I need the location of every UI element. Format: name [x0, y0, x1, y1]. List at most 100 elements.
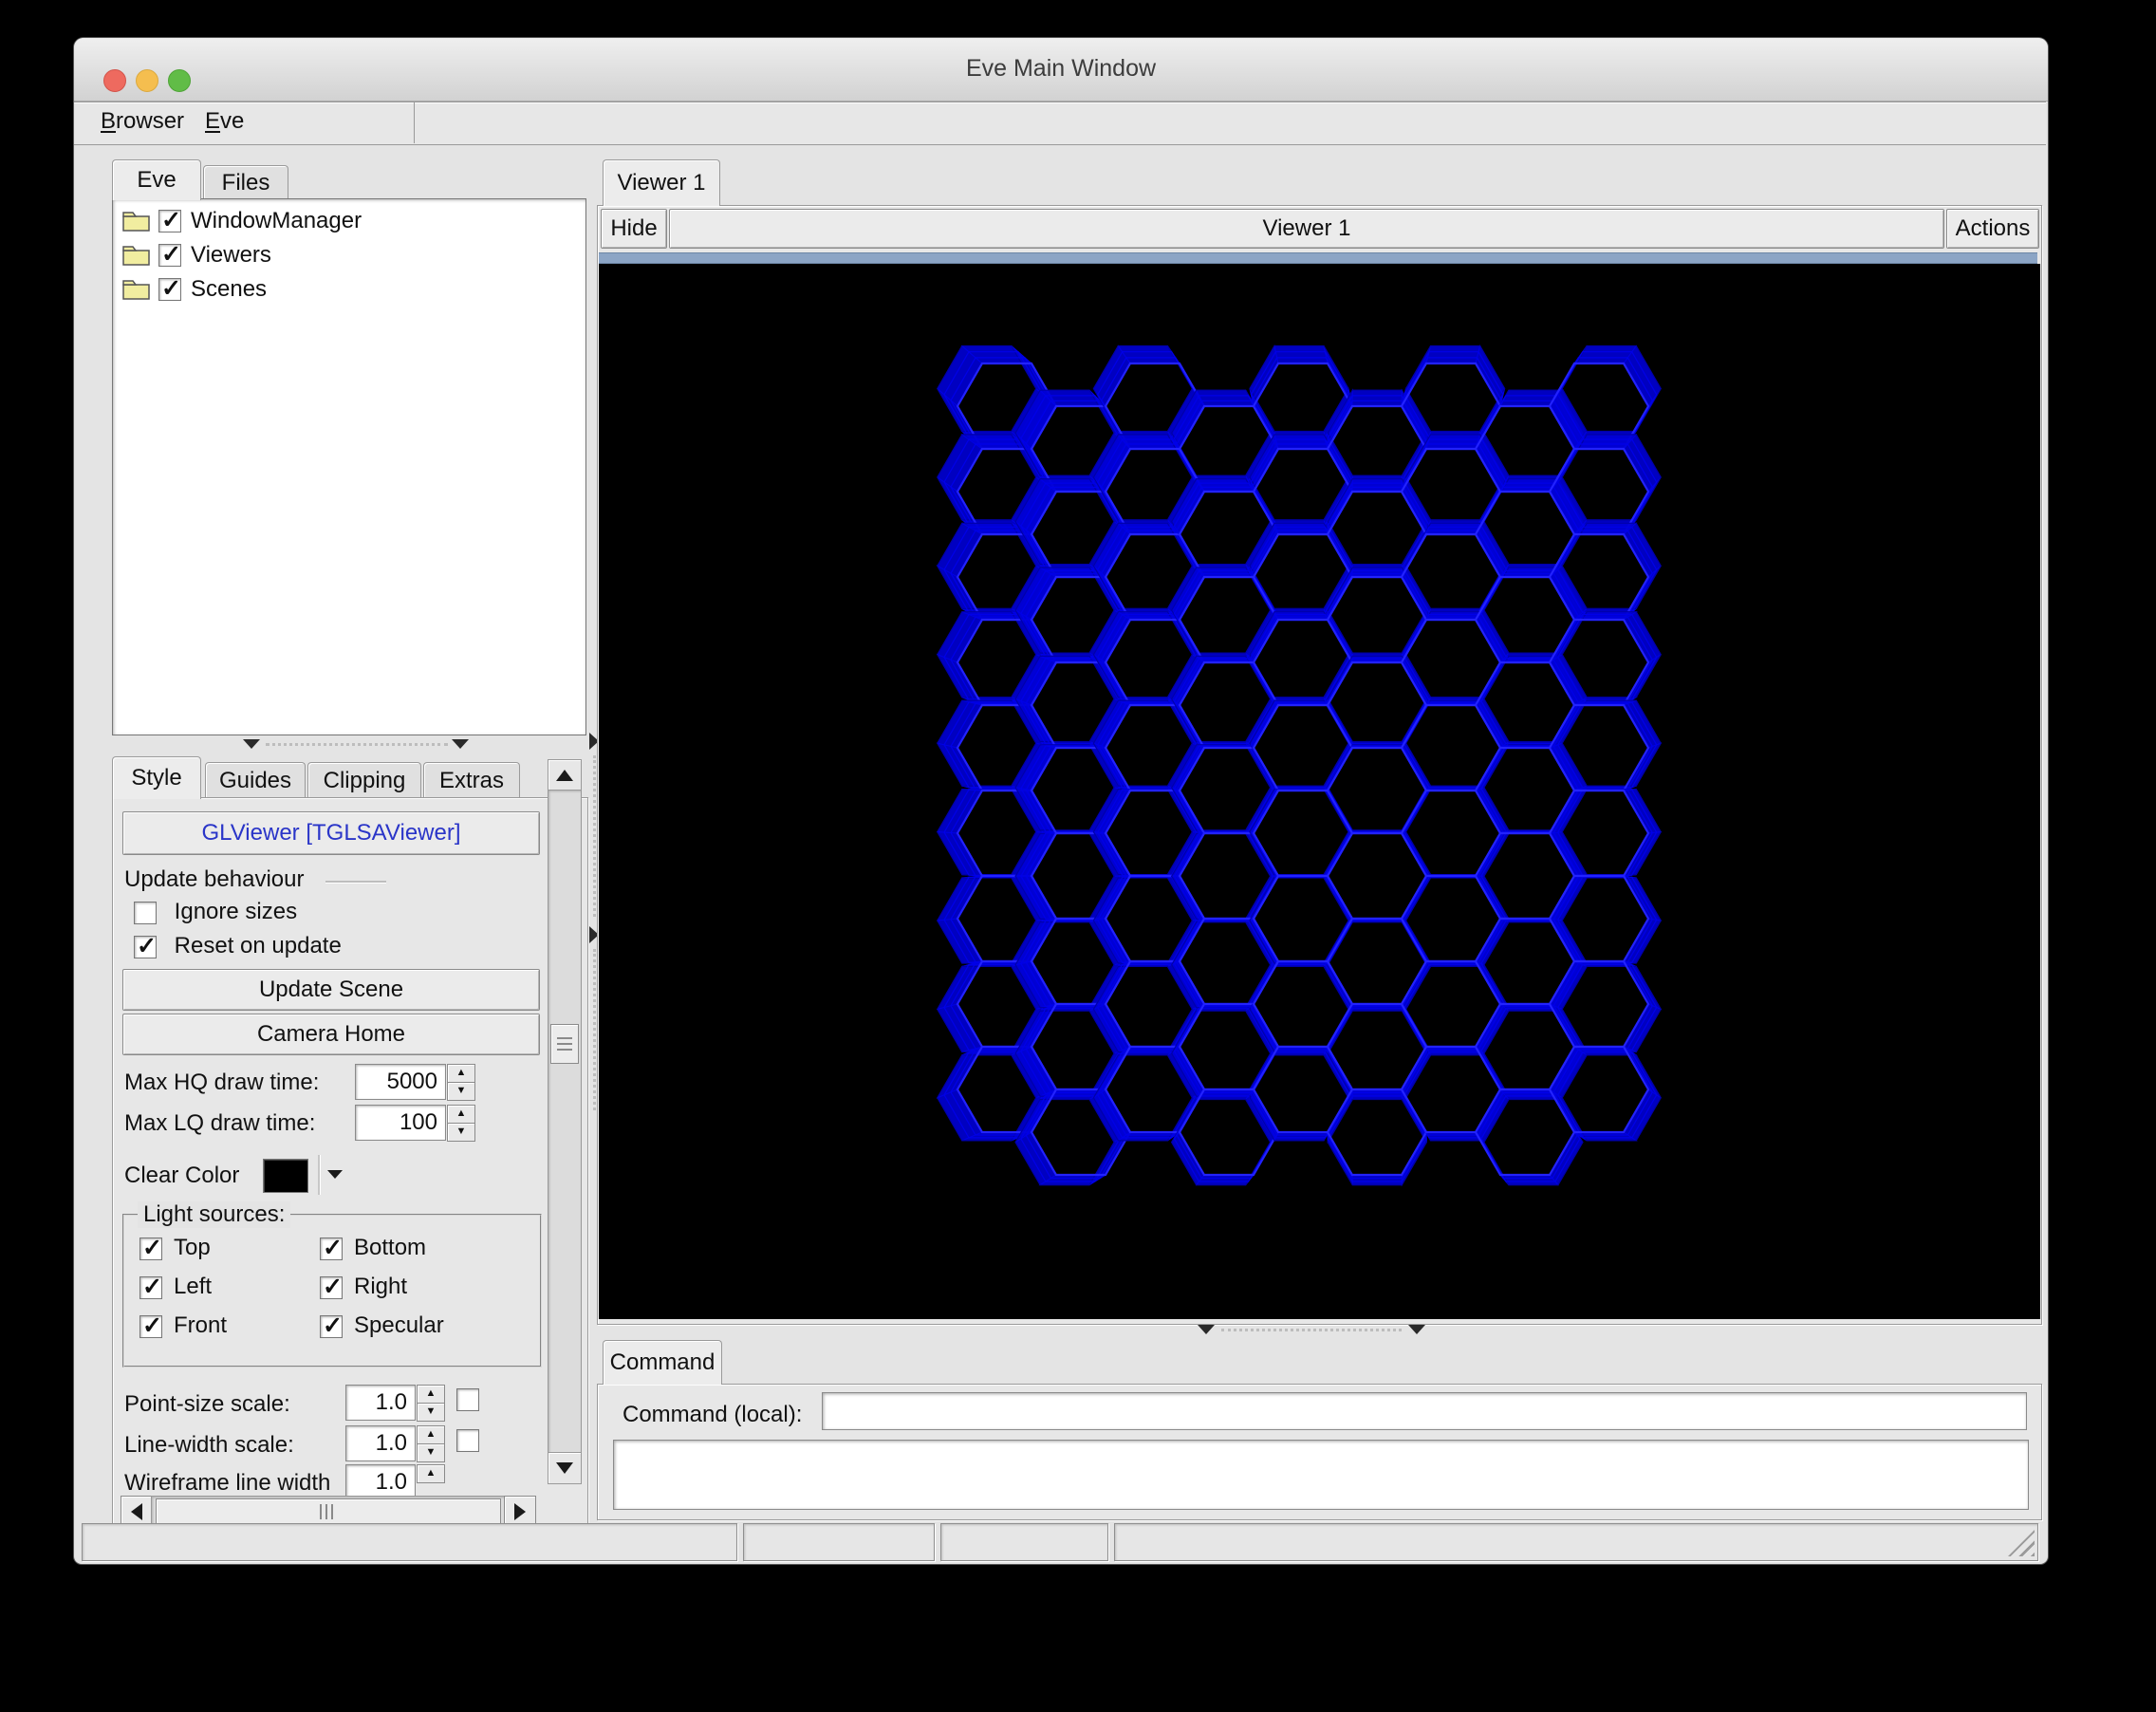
status-segment-2 [743, 1523, 935, 1561]
vscroll-thumb[interactable] [550, 1024, 579, 1064]
menu-eve-label: ve [220, 108, 245, 134]
tree-item-label[interactable]: Viewers [191, 242, 271, 269]
actions-button[interactable]: Actions [1946, 209, 2039, 249]
tree-checkbox[interactable] [158, 206, 181, 234]
tab-eve[interactable]: Eve [112, 159, 201, 200]
folder-icon [122, 212, 150, 232]
ignore-sizes-checkbox[interactable] [134, 901, 157, 924]
max-lq-spin-down[interactable]: ▼ [447, 1123, 475, 1142]
clear-color-dropdown-icon[interactable] [327, 1170, 343, 1179]
line-width-label: Line-width scale: [124, 1432, 294, 1458]
tree-row-windowmanager[interactable]: WindowManager [122, 206, 568, 237]
light-bottom-checkbox[interactable] [320, 1234, 343, 1262]
max-lq-label: Max LQ draw time: [124, 1110, 316, 1136]
camera-home-label: Camera Home [256, 1021, 406, 1047]
hide-button-label: Hide [610, 215, 658, 241]
light-right-checkbox[interactable] [320, 1273, 343, 1301]
light-front-row[interactable]: Front [139, 1312, 227, 1340]
tree-checkbox[interactable] [158, 274, 181, 303]
reset-on-update-row[interactable]: Reset on update [134, 932, 342, 961]
light-specular-checkbox[interactable] [320, 1312, 343, 1340]
camera-home-button[interactable]: Camera Home [122, 1014, 540, 1055]
point-size-input[interactable]: 1.0 [345, 1385, 416, 1421]
tab-style[interactable]: Style [112, 756, 201, 799]
tree-row-viewers[interactable]: Viewers [122, 240, 568, 271]
tree-item-label[interactable]: Scenes [191, 276, 267, 303]
tab-extras[interactable]: Extras [423, 762, 520, 799]
style-panel: GLViewer [TGLSAViewer] Update behaviour … [112, 797, 588, 1532]
gl-scene[interactable] [599, 264, 2040, 1319]
viewer-title-button[interactable]: Viewer 1 [669, 209, 1944, 249]
max-hq-input[interactable]: 5000 [355, 1064, 446, 1100]
arrow-up-icon [556, 770, 573, 781]
clear-color-label: Clear Color [124, 1163, 240, 1188]
actions-button-label: Actions [1955, 215, 2031, 241]
tab-files[interactable]: Files [203, 165, 288, 200]
tree-splitter[interactable] [112, 736, 585, 754]
light-bottom-row[interactable]: Bottom [320, 1234, 427, 1262]
menu-eve[interactable]: Eve [205, 108, 244, 135]
light-left-row[interactable]: Left [139, 1273, 212, 1301]
max-lq-spin-up[interactable]: ▲ [447, 1105, 475, 1124]
gl-viewport[interactable] [599, 264, 2040, 1319]
light-top-row[interactable]: Top [139, 1234, 211, 1262]
line-width-input[interactable]: 1.0 [345, 1425, 416, 1461]
status-segment-4 [1114, 1523, 2038, 1561]
status-segment-3 [940, 1523, 1108, 1561]
app-window: Eve Main Window Browser Eve Eve Files Wi… [74, 38, 2048, 1564]
light-left-checkbox[interactable] [139, 1273, 162, 1301]
section-rule [325, 881, 386, 883]
light-right-row[interactable]: Right [320, 1273, 408, 1301]
viewer-command-splitter[interactable] [599, 1323, 2040, 1338]
light-top-checkbox[interactable] [139, 1234, 162, 1262]
point-size-spin-down[interactable]: ▼ [417, 1403, 445, 1422]
tab-command[interactable]: Command [603, 1340, 722, 1385]
wireframe-width-spin-up[interactable]: ▲ [417, 1464, 445, 1483]
command-log[interactable] [613, 1440, 2029, 1510]
hscroll-thumb[interactable] [156, 1498, 501, 1525]
vscroll-up-button[interactable] [548, 759, 582, 791]
update-scene-label: Update Scene [258, 977, 404, 1002]
tree-checkbox[interactable] [158, 240, 181, 269]
command-input[interactable] [822, 1392, 2027, 1430]
tab-viewer-1-label: Viewer 1 [617, 170, 706, 195]
line-width-spin-up[interactable]: ▲ [417, 1425, 445, 1444]
update-behaviour-title: Update behaviour [124, 866, 305, 892]
glviewer-link-label: GLViewer [TGLSAViewer] [201, 820, 461, 846]
update-scene-button[interactable]: Update Scene [122, 969, 540, 1011]
max-hq-spin-up[interactable]: ▲ [447, 1064, 475, 1083]
point-size-spin-up[interactable]: ▲ [417, 1385, 445, 1404]
eve-tree: WindowManager Viewers Scenes [112, 198, 586, 735]
max-lq-input[interactable]: 100 [355, 1105, 446, 1141]
menu-browser[interactable]: Browser [101, 108, 184, 135]
glviewer-link-button[interactable]: GLViewer [TGLSAViewer] [122, 811, 540, 855]
title-bar: Eve Main Window [74, 38, 2048, 102]
folder-icon [122, 246, 150, 266]
tree-row-scenes[interactable]: Scenes [122, 274, 568, 306]
tab-files-label: Files [221, 170, 270, 195]
vscroll-track[interactable] [548, 790, 582, 1454]
light-bottom-label: Bottom [354, 1235, 427, 1260]
ignore-sizes-label: Ignore sizes [174, 899, 298, 924]
clear-color-divider [318, 1155, 320, 1195]
tab-guides[interactable]: Guides [205, 762, 306, 799]
tab-guides-label: Guides [218, 768, 292, 793]
tab-viewer-1[interactable]: Viewer 1 [603, 159, 720, 206]
clear-color-swatch[interactable] [263, 1159, 308, 1193]
light-top-label: Top [174, 1235, 211, 1260]
line-width-spin-down[interactable]: ▼ [417, 1443, 445, 1462]
light-front-checkbox[interactable] [139, 1312, 162, 1340]
vscroll-down-button[interactable] [548, 1452, 582, 1484]
tree-item-label[interactable]: WindowManager [191, 208, 362, 234]
point-size-checkbox[interactable] [456, 1388, 479, 1411]
max-hq-spin-down[interactable]: ▼ [447, 1082, 475, 1101]
reset-on-update-checkbox[interactable] [134, 932, 157, 960]
hide-button[interactable]: Hide [601, 209, 667, 249]
line-width-checkbox[interactable] [456, 1429, 479, 1452]
tab-clipping[interactable]: Clipping [307, 762, 421, 799]
light-right-label: Right [354, 1274, 408, 1299]
light-specular-row[interactable]: Specular [320, 1312, 444, 1340]
ignore-sizes-row[interactable]: Ignore sizes [134, 899, 297, 927]
folder-icon [122, 280, 150, 300]
menu-browser-label: rowser [116, 108, 185, 134]
